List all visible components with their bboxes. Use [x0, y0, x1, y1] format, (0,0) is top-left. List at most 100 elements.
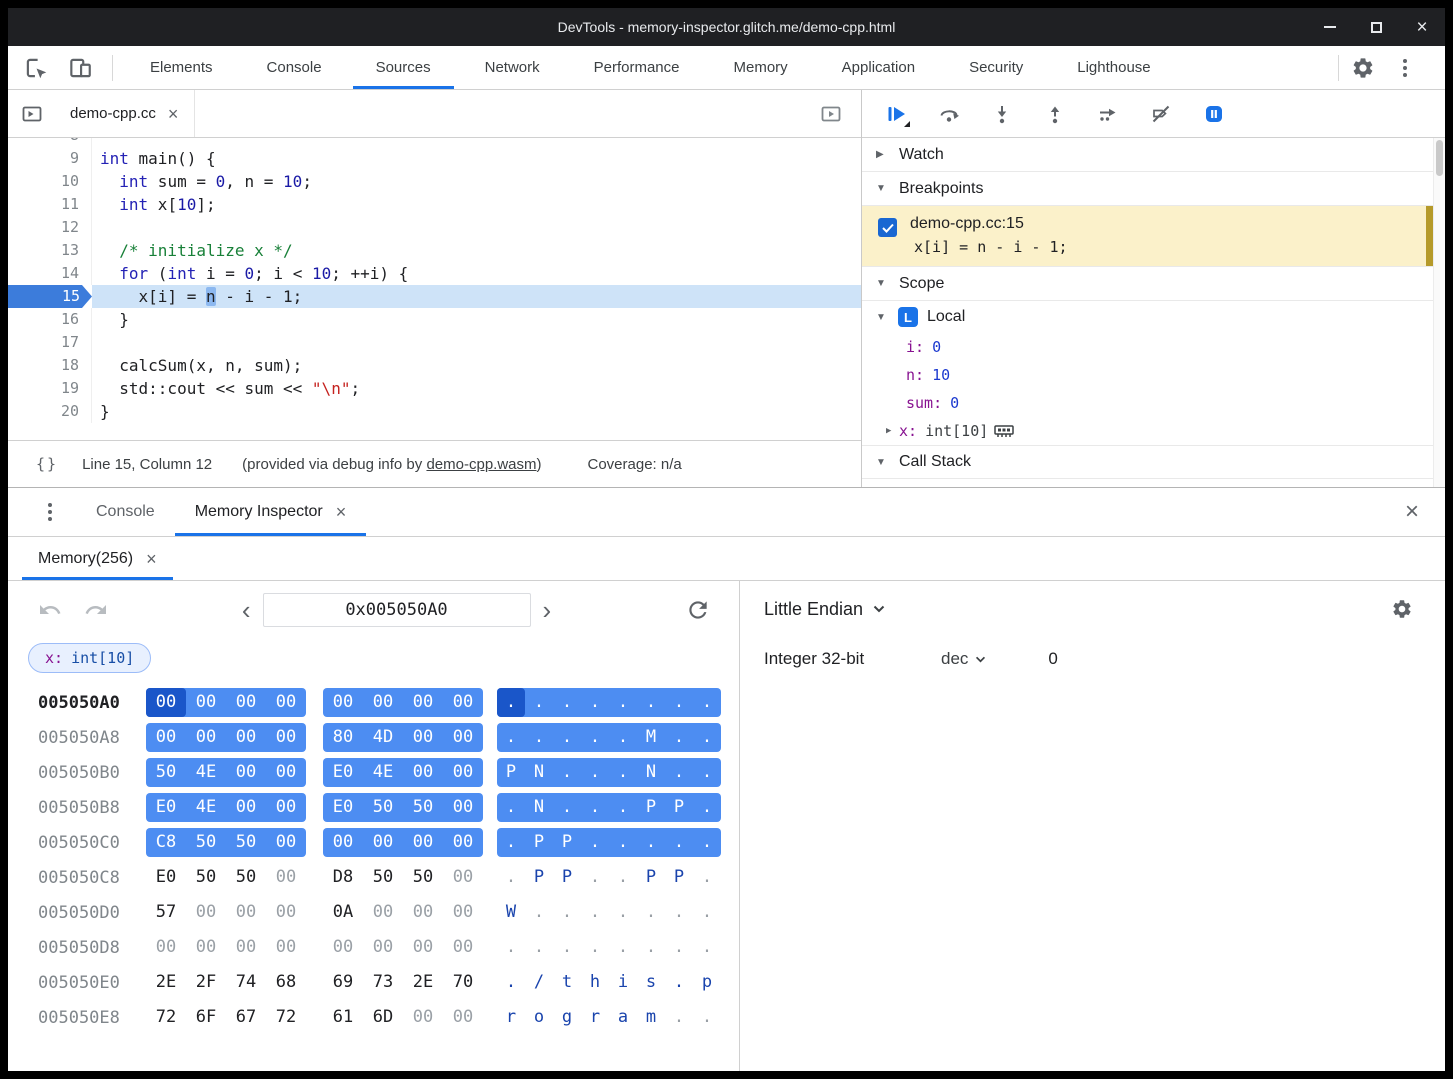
step-button[interactable] — [1094, 100, 1122, 128]
hex-byte-cell[interactable]: 70 — [443, 968, 483, 997]
hex-byte-cell[interactable]: E0 — [323, 793, 363, 822]
hex-byte-cell[interactable]: 4E — [186, 793, 226, 822]
drawer-tab-console[interactable]: Console — [76, 488, 175, 536]
ascii-cell[interactable]: P — [553, 828, 581, 857]
scope-variable-sum[interactable]: sum:0 — [862, 389, 1433, 417]
hex-byte-cell[interactable]: 00 — [186, 898, 226, 927]
line-number-gutter[interactable]: 8 — [8, 138, 92, 147]
line-number-gutter[interactable]: 17 — [8, 331, 92, 354]
hex-byte-cell[interactable]: 74 — [226, 968, 266, 997]
ascii-cell[interactable]: . — [693, 758, 721, 787]
ascii-cell[interactable]: . — [693, 898, 721, 927]
refresh-icon[interactable] — [685, 597, 711, 623]
line-number-gutter[interactable]: 19 — [8, 377, 92, 400]
hex-byte-cell[interactable]: 00 — [443, 828, 483, 857]
hex-byte-cell[interactable]: 50 — [403, 863, 443, 892]
ascii-cell[interactable]: . — [497, 793, 525, 822]
ascii-cell[interactable]: . — [665, 828, 693, 857]
ascii-cell[interactable]: . — [581, 758, 609, 787]
ascii-cell[interactable]: . — [525, 933, 553, 962]
code-text[interactable]: for (int i = 0; i < 10; ++i) { — [92, 262, 861, 285]
code-text[interactable]: std::cout << sum << "\n"; — [92, 377, 861, 400]
hex-byte-cell[interactable]: 4E — [186, 758, 226, 787]
breakpoint-checkbox[interactable] — [878, 218, 897, 237]
hex-byte-cell[interactable]: 00 — [403, 723, 443, 752]
ascii-cell[interactable]: . — [693, 1003, 721, 1032]
code-text[interactable]: int main() { — [92, 147, 861, 170]
ascii-cell[interactable]: W — [497, 898, 525, 927]
ascii-cell[interactable]: h — [581, 968, 609, 997]
hex-byte-cell[interactable]: 0A — [323, 898, 363, 927]
hex-byte-cell[interactable]: 00 — [363, 933, 403, 962]
ascii-cell[interactable]: . — [609, 688, 637, 717]
ascii-cell[interactable]: . — [637, 933, 665, 962]
ascii-cell[interactable]: P — [525, 863, 553, 892]
line-number-gutter[interactable]: 10 — [8, 170, 92, 193]
more-options-icon[interactable] — [1391, 54, 1419, 82]
hex-byte-cell[interactable]: 00 — [403, 758, 443, 787]
drawer-tab-close-icon[interactable]: × — [336, 503, 347, 521]
ascii-cell[interactable]: . — [497, 968, 525, 997]
settings-gear-icon[interactable] — [1349, 54, 1377, 82]
step-into-button[interactable] — [988, 100, 1016, 128]
hex-byte-cell[interactable]: E0 — [323, 758, 363, 787]
sidebar-scrollbar-thumb[interactable] — [1436, 140, 1443, 176]
hex-byte-cell[interactable]: 2F — [186, 968, 226, 997]
file-tab-close-icon[interactable]: × — [168, 105, 179, 123]
ascii-cell[interactable]: N — [637, 758, 665, 787]
ascii-cell[interactable]: N — [525, 758, 553, 787]
ascii-cell[interactable]: . — [693, 933, 721, 962]
ascii-cell[interactable]: P — [497, 758, 525, 787]
hex-byte-cell[interactable]: 00 — [443, 863, 483, 892]
hex-byte-cell[interactable]: 00 — [146, 723, 186, 752]
line-number-gutter[interactable]: 11 — [8, 193, 92, 216]
memory-tab-close-icon[interactable]: × — [146, 550, 157, 568]
ascii-cell[interactable]: N — [525, 793, 553, 822]
hex-byte-cell[interactable]: 00 — [443, 723, 483, 752]
hex-byte-cell[interactable]: 72 — [146, 1003, 186, 1032]
hex-byte-cell[interactable]: 00 — [226, 793, 266, 822]
interpreter-settings-gear-icon[interactable] — [1391, 598, 1413, 620]
ascii-cell[interactable]: . — [665, 688, 693, 717]
ascii-cell[interactable]: . — [609, 863, 637, 892]
next-page-icon[interactable]: › — [531, 597, 564, 623]
ascii-cell[interactable]: . — [497, 863, 525, 892]
hex-byte-cell[interactable]: 50 — [403, 793, 443, 822]
scope-variable-n[interactable]: n:10 — [862, 361, 1433, 389]
hex-byte-cell[interactable]: 00 — [226, 898, 266, 927]
wasm-file-link[interactable]: demo-cpp.wasm — [426, 456, 536, 473]
ascii-cell[interactable]: . — [553, 758, 581, 787]
code-text[interactable] — [92, 331, 861, 354]
ascii-cell[interactable]: . — [609, 723, 637, 752]
ascii-cell[interactable]: P — [665, 863, 693, 892]
show-navigator-icon[interactable] — [18, 100, 46, 128]
resume-button[interactable] — [882, 100, 910, 128]
window-close-icon[interactable]: × — [1413, 18, 1431, 36]
hex-byte-cell[interactable]: 00 — [226, 723, 266, 752]
previous-page-icon[interactable]: ‹ — [230, 597, 263, 623]
tab-performance[interactable]: Performance — [567, 46, 707, 89]
tab-console[interactable]: Console — [240, 46, 349, 89]
hex-byte-cell[interactable]: 80 — [323, 723, 363, 752]
ascii-cell[interactable]: . — [693, 828, 721, 857]
hex-byte-cell[interactable]: 00 — [363, 898, 403, 927]
hex-byte-cell[interactable]: 00 — [226, 933, 266, 962]
hex-byte-cell[interactable]: 00 — [403, 898, 443, 927]
hex-byte-cell[interactable]: 50 — [363, 793, 403, 822]
hex-byte-cell[interactable]: 2E — [146, 968, 186, 997]
scope-local-row[interactable]: ▼ L Local — [862, 301, 1433, 333]
hex-byte-cell[interactable]: 00 — [266, 723, 306, 752]
hex-byte-cell[interactable]: 72 — [266, 1003, 306, 1032]
ascii-cell[interactable]: r — [497, 1003, 525, 1032]
minimize-icon[interactable] — [1321, 18, 1339, 36]
hex-byte-cell[interactable]: 6F — [186, 1003, 226, 1032]
tab-security[interactable]: Security — [942, 46, 1050, 89]
code-editor[interactable]: 89int main() {10 int sum = 0, n = 10;11 … — [8, 138, 861, 440]
inspect-element-icon[interactable] — [22, 54, 50, 82]
line-number-gutter[interactable]: 9 — [8, 147, 92, 170]
ascii-cell[interactable]: . — [497, 933, 525, 962]
ascii-cell[interactable]: m — [637, 1003, 665, 1032]
hex-byte-cell[interactable]: 00 — [443, 688, 483, 717]
ascii-cell[interactable]: P — [637, 793, 665, 822]
ascii-cell[interactable]: . — [665, 1003, 693, 1032]
